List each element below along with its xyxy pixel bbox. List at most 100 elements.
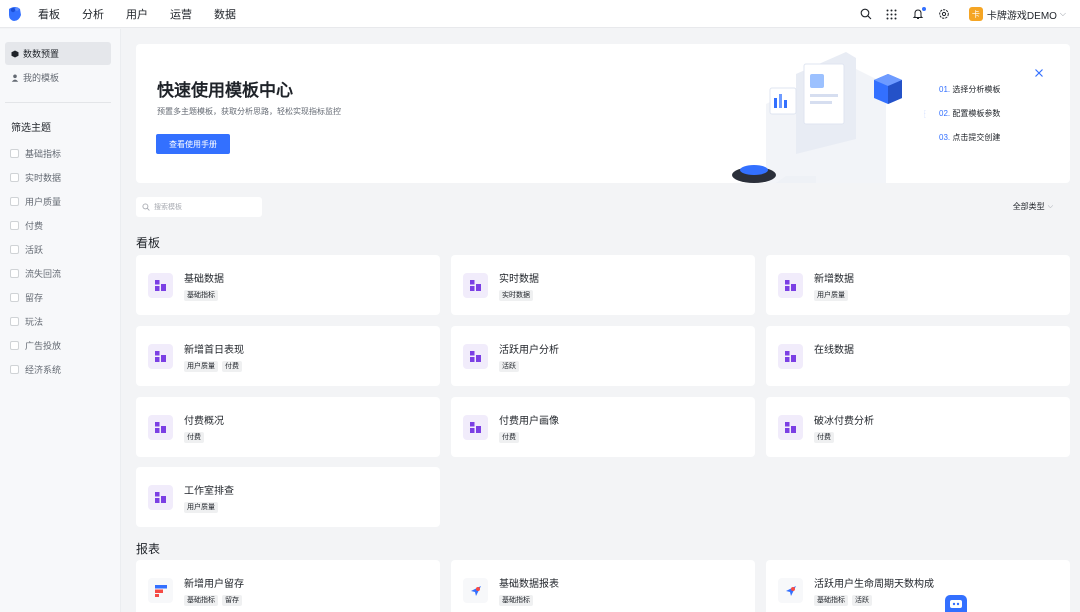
sidebar-item-label: 我的模板 bbox=[23, 73, 60, 83]
filter-label: 实时数据 bbox=[25, 173, 62, 183]
card-title: 新增用户留存 bbox=[184, 579, 244, 590]
close-icon[interactable] bbox=[1034, 68, 1044, 78]
dashboard-icon bbox=[778, 344, 803, 369]
tag: 留存 bbox=[222, 595, 242, 606]
filter-label: 活跃 bbox=[25, 245, 44, 255]
step-text: 点击提交创建 bbox=[952, 133, 1001, 142]
checkbox[interactable] bbox=[10, 149, 19, 158]
sidebar-item-preset[interactable]: 数数预置 bbox=[5, 42, 111, 65]
dashboard-icon bbox=[463, 344, 488, 369]
settings-gear-icon[interactable] bbox=[937, 7, 951, 21]
template-card[interactable]: 基础数据报表 基础指标 bbox=[451, 560, 755, 612]
template-card[interactable]: 基础数据 基础指标 bbox=[136, 255, 440, 315]
filter-label: 付费 bbox=[25, 221, 44, 231]
template-card[interactable]: 活跃用户分析 活跃 bbox=[451, 326, 755, 386]
org-switcher[interactable]: 卡 卡牌游戏DEMO ⌵ bbox=[968, 7, 1066, 22]
template-card[interactable]: 活跃用户生命周期天数构成 基础指标 活跃 bbox=[766, 560, 1070, 612]
type-filter-label: 全部类型 bbox=[1012, 202, 1045, 211]
nav-item-data[interactable]: 数据 bbox=[214, 6, 236, 22]
card-title: 活跃用户生命周期天数构成 bbox=[814, 579, 934, 590]
checkbox[interactable] bbox=[10, 293, 19, 302]
card-title: 付费概况 bbox=[184, 416, 224, 427]
org-name: 卡牌游戏DEMO bbox=[986, 10, 1057, 22]
search-input[interactable]: 搜索模板 bbox=[136, 197, 262, 217]
card-tags: 活跃 bbox=[499, 361, 523, 372]
filter-checkbox-item[interactable]: 实时数据 bbox=[10, 171, 61, 184]
robot-icon bbox=[950, 600, 962, 608]
event-analysis-icon bbox=[778, 578, 803, 603]
filter-checkbox-item[interactable]: 活跃 bbox=[10, 243, 43, 256]
template-card[interactable]: 新增首日表现 用户质量 付费 bbox=[136, 326, 440, 386]
dashboard-icon bbox=[148, 344, 173, 369]
card-title: 在线数据 bbox=[814, 345, 854, 356]
main-nav: 看板 分析 用户 运营 数据 bbox=[38, 6, 258, 22]
sidebar-divider bbox=[5, 102, 111, 103]
checkbox[interactable] bbox=[10, 245, 19, 254]
filter-checkbox-item[interactable]: 玩法 bbox=[10, 315, 43, 328]
assistant-bot-button[interactable] bbox=[945, 595, 967, 612]
checkbox[interactable] bbox=[10, 365, 19, 374]
checkbox[interactable] bbox=[10, 197, 19, 206]
sidebar: 数数预置 我的模板 筛选主题 基础指标 实时数据 用户质量 付费 活跃 流失回流… bbox=[0, 29, 121, 612]
dashboard-icon bbox=[463, 415, 488, 440]
filter-checkbox-item[interactable]: 流失回流 bbox=[10, 267, 61, 280]
template-card[interactable]: 付费用户画像 付费 bbox=[451, 397, 755, 457]
filter-label: 用户质量 bbox=[25, 197, 62, 207]
nav-item-users[interactable]: 用户 bbox=[126, 6, 148, 22]
view-manual-button[interactable]: 查看使用手册 bbox=[156, 134, 230, 154]
bell-icon[interactable] bbox=[911, 7, 926, 21]
app-logo-icon[interactable] bbox=[6, 5, 24, 23]
search-icon bbox=[142, 203, 150, 211]
template-card[interactable]: 新增用户留存 基础指标 留存 bbox=[136, 560, 440, 612]
tag: 付费 bbox=[814, 432, 834, 443]
card-title: 实时数据 bbox=[499, 274, 539, 285]
card-tags: 付费 bbox=[499, 432, 523, 443]
template-card[interactable]: 工作室排查 用户质量 bbox=[136, 467, 440, 527]
checkbox[interactable] bbox=[10, 173, 19, 182]
apps-grid-icon[interactable] bbox=[885, 7, 899, 21]
tag: 付费 bbox=[184, 432, 204, 443]
filter-checkbox-item[interactable]: 付费 bbox=[10, 219, 43, 232]
filter-checkbox-item[interactable]: 基础指标 bbox=[10, 147, 61, 160]
card-tags: 基础指标 留存 bbox=[184, 595, 246, 606]
checkbox[interactable] bbox=[10, 221, 19, 230]
filter-checkbox-item[interactable]: 经济系统 bbox=[10, 363, 61, 376]
checkbox[interactable] bbox=[10, 341, 19, 350]
filter-checkbox-item[interactable]: 广告投放 bbox=[10, 339, 61, 352]
search-icon[interactable] bbox=[859, 7, 873, 21]
nav-item-kanban[interactable]: 看板 bbox=[38, 6, 60, 22]
card-title: 活跃用户分析 bbox=[499, 345, 559, 356]
card-title: 基础数据 bbox=[184, 274, 224, 285]
dashboard-icon bbox=[148, 415, 173, 440]
template-card[interactable]: 在线数据 bbox=[766, 326, 1070, 386]
template-card[interactable]: 破冰付费分析 付费 bbox=[766, 397, 1070, 457]
nav-item-analysis[interactable]: 分析 bbox=[82, 6, 104, 22]
type-filter-dropdown[interactable]: 全部类型 ⌵ bbox=[1013, 201, 1053, 212]
card-tags: 基础指标 bbox=[499, 595, 537, 606]
card-title: 新增数据 bbox=[814, 274, 854, 285]
checkbox[interactable] bbox=[10, 269, 19, 278]
filter-checkbox-item[interactable]: 用户质量 bbox=[10, 195, 61, 208]
filter-label: 基础指标 bbox=[25, 149, 62, 159]
tag: 基础指标 bbox=[499, 595, 533, 606]
nav-item-operations[interactable]: 运营 bbox=[170, 6, 192, 22]
filter-checkbox-item[interactable]: 留存 bbox=[10, 291, 43, 304]
tag: 付费 bbox=[499, 432, 519, 443]
search-placeholder: 搜索模板 bbox=[154, 204, 182, 211]
template-card[interactable]: 付费概况 付费 bbox=[136, 397, 440, 457]
filter-label: 流失回流 bbox=[25, 269, 62, 279]
sidebar-item-my-templates[interactable]: 我的模板 bbox=[5, 66, 111, 89]
notification-dot bbox=[921, 7, 926, 11]
template-card[interactable]: 新增数据 用户质量 bbox=[766, 255, 1070, 315]
step-item: 01. 选择分析模板 bbox=[939, 84, 1000, 95]
filter-label: 玩法 bbox=[25, 317, 44, 327]
person-icon bbox=[11, 74, 19, 82]
step-item: 03. 点击提交创建 bbox=[939, 132, 1000, 143]
banner-subtitle: 预置多主题模板，获取分析思路，轻松实现指标监控 bbox=[157, 107, 341, 116]
template-card[interactable]: 实时数据 实时数据 bbox=[451, 255, 755, 315]
filter-label: 留存 bbox=[25, 293, 44, 303]
checkbox[interactable] bbox=[10, 317, 19, 326]
card-tags: 付费 bbox=[184, 432, 208, 443]
card-title: 工作室排查 bbox=[184, 486, 234, 497]
dashboard-icon bbox=[778, 273, 803, 298]
